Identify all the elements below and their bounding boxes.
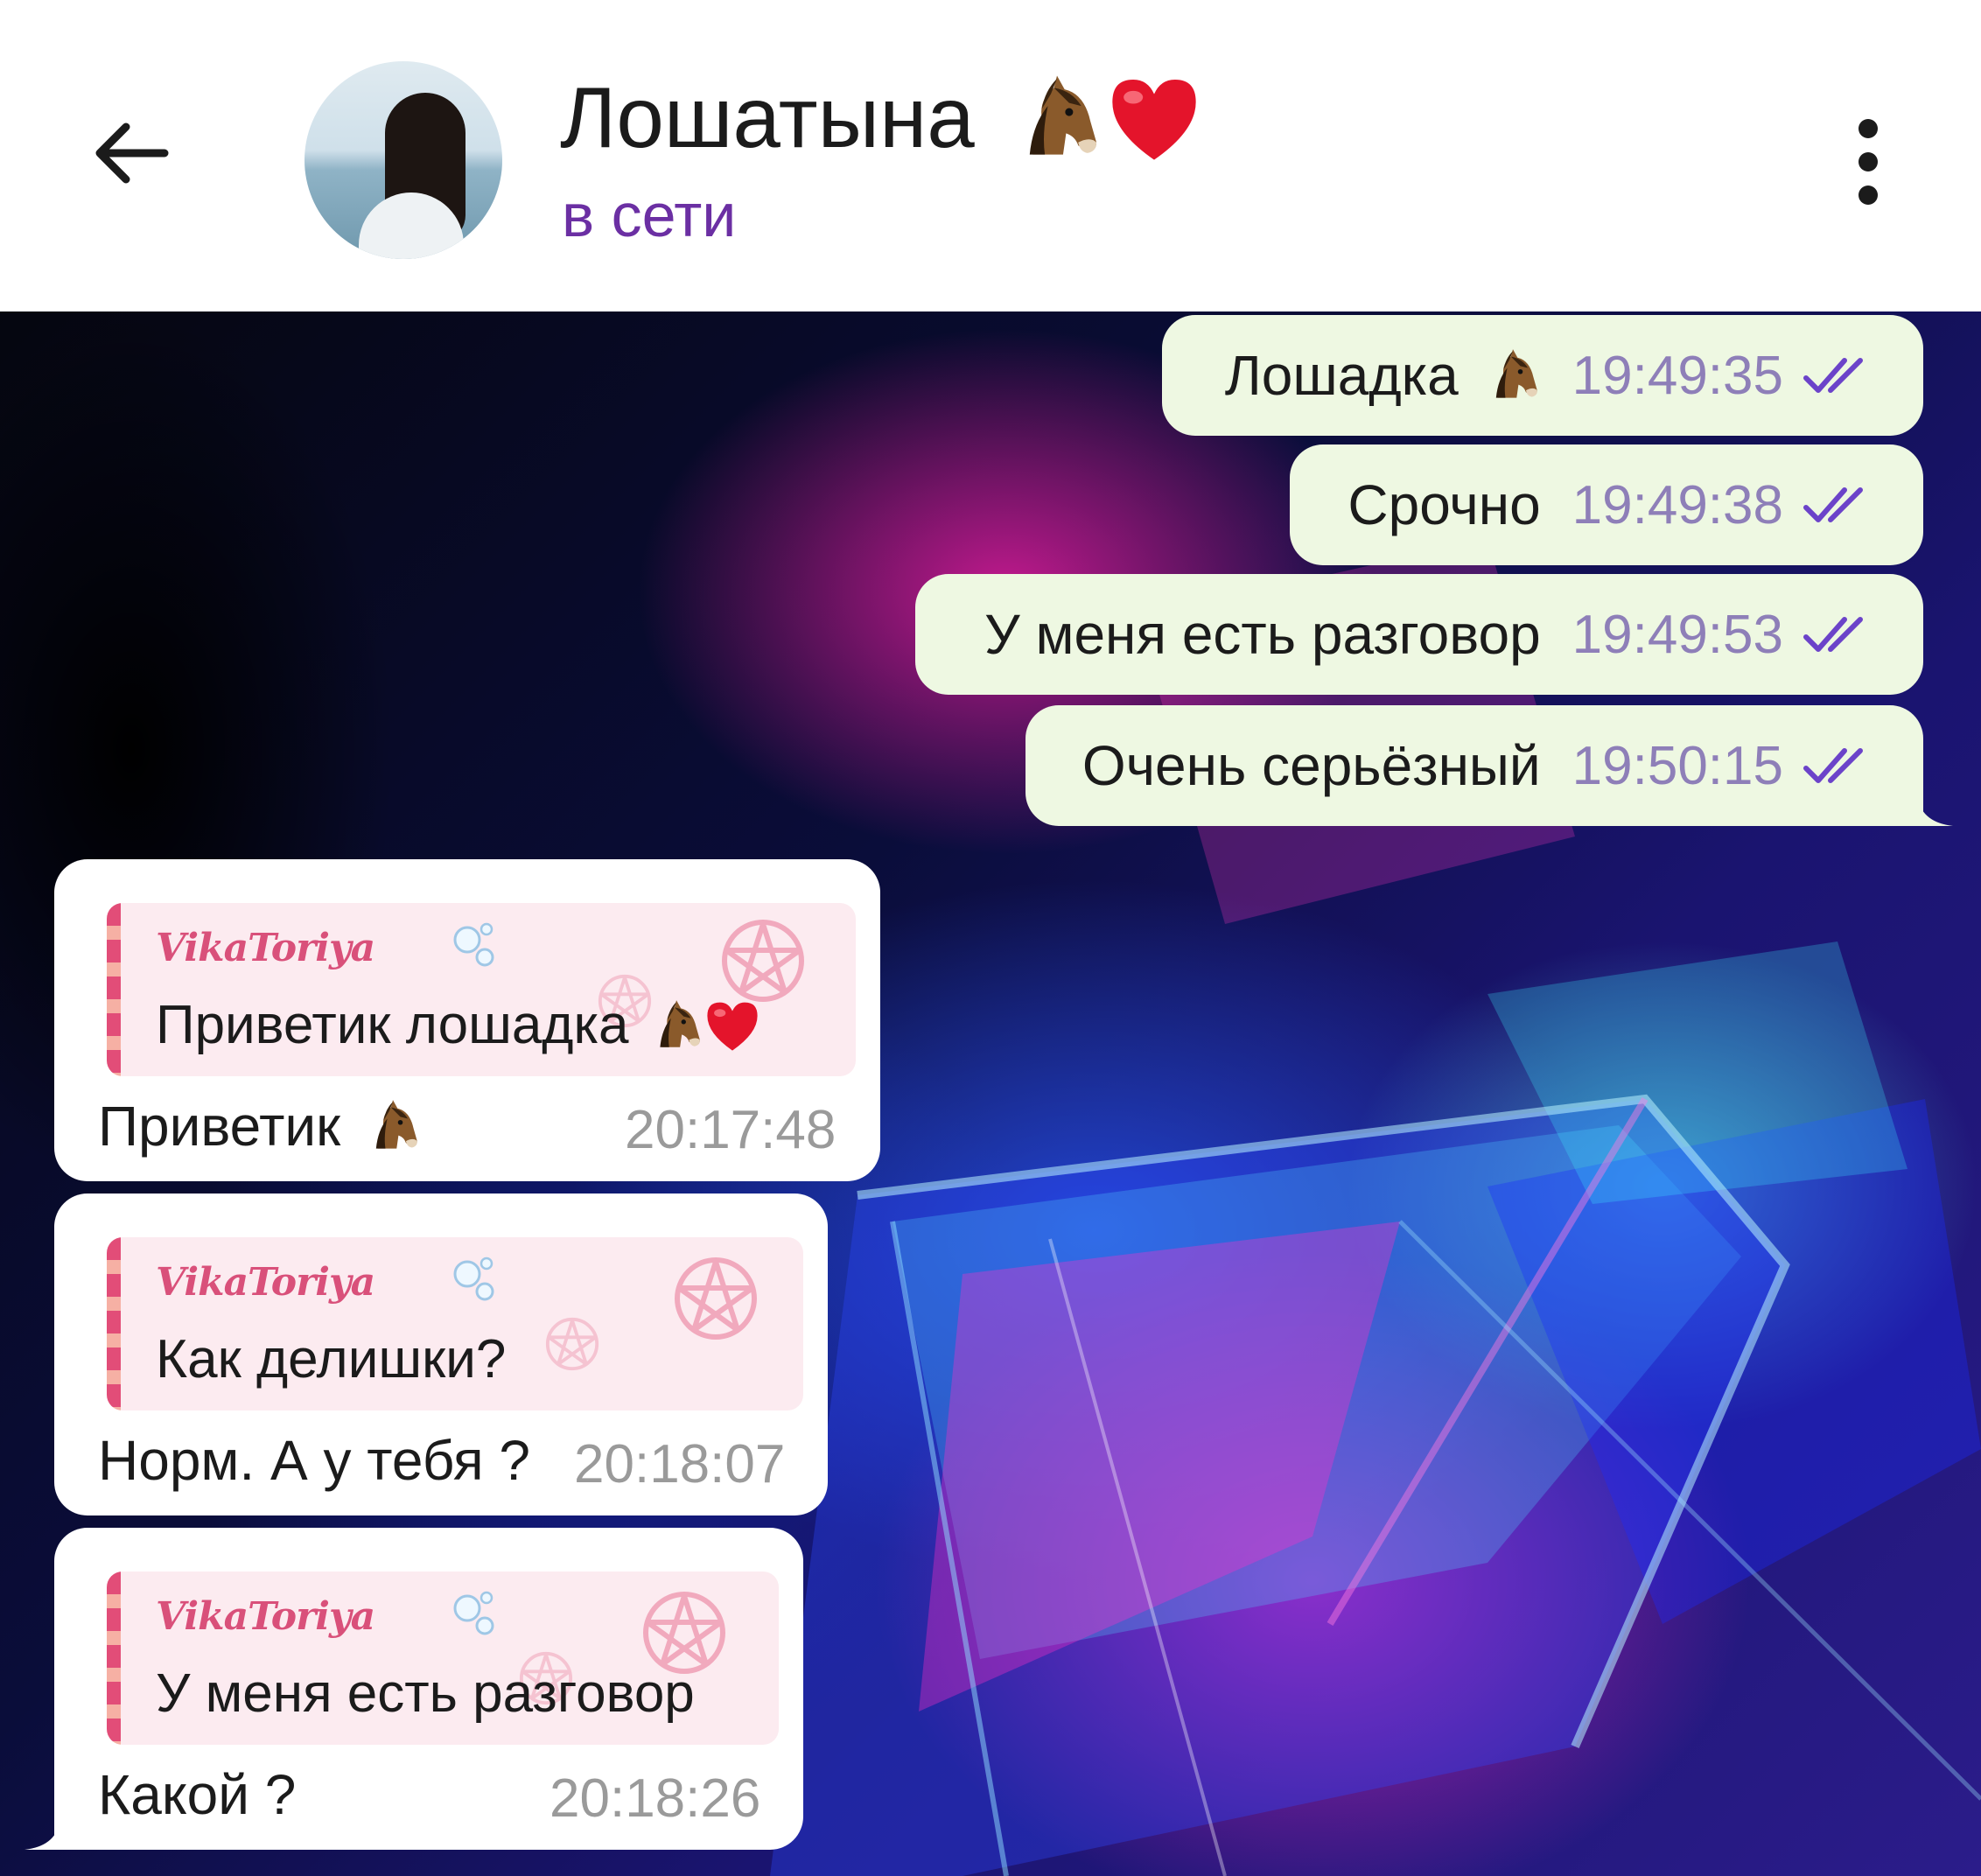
message-text-row: Приветик [98,1094,421,1158]
quote-author: VikaToriya [156,1260,375,1305]
horse-face-icon [1012,73,1102,164]
contact-name-text: Лошатына [560,69,975,165]
more-options-button[interactable] [1829,114,1908,210]
double-check-icon [1801,354,1880,397]
outgoing-message[interactable]: Срочно 19:49:38 [1290,444,1923,565]
quote-author: VikaToriya [156,1594,375,1639]
message-time: 19:49:38 [1572,474,1783,536]
bubbles-icon [450,1251,502,1304]
contact-avatar[interactable] [304,61,502,259]
quote-text-row: Как делишки? [156,1328,506,1390]
double-check-icon [1801,612,1880,656]
horse-face-icon [649,998,704,1053]
outgoing-message[interactable]: Лошадка 19:49:35 [1162,315,1923,436]
quote-text: Как делишки? [156,1329,507,1390]
message-text: Лошадка [1224,344,1459,407]
double-check-icon [1801,744,1880,788]
message-time: 19:50:15 [1572,735,1783,796]
quote-text: У меня есть разговор [156,1663,695,1724]
contact-title[interactable]: Лошатына [560,68,1202,167]
pentagram-pattern-icon [672,1255,760,1342]
incoming-message[interactable]: VikaToriya Как делишки? Норм. А у тебя ?… [54,1194,828,1516]
message-time: 19:49:53 [1572,604,1783,665]
message-text: У меня есть разговор [984,603,1541,666]
reply-quote[interactable]: VikaToriya У меня есть разговор [107,1572,779,1745]
incoming-message[interactable]: VikaToriya У меня есть разговор Какой ? … [24,1528,803,1850]
menu-dot-icon [1858,186,1878,205]
message-text: Норм. А у тебя ? [98,1429,530,1492]
outgoing-message[interactable]: Очень серьёзный 19:50:15 [1026,705,1953,826]
red-heart-icon [1106,73,1202,164]
message-text: Срочно [1348,473,1541,536]
quote-text-row: У меня есть разговор [156,1662,695,1725]
horse-face-icon [365,1098,421,1154]
quote-text-row: Приветик лошадка [156,994,761,1056]
message-text: Приветик [98,1095,341,1158]
chat-wallpaper: Лошадка 19:49:35 Срочно 19:49:38 У меня … [0,312,1981,1876]
quote-accent-bar [107,1237,121,1410]
horse-face-icon [1485,347,1541,403]
incoming-message[interactable]: VikaToriya Приветик лошадка Приветик 20:… [54,859,880,1181]
message-time: 20:18:07 [574,1434,786,1494]
bubbles-icon [450,917,502,970]
reply-quote[interactable]: VikaToriya Приветик лошадка [107,903,856,1076]
bubbles-icon [450,1586,502,1638]
back-button[interactable] [83,105,179,201]
message-time: 20:18:26 [550,1768,761,1829]
bubble-tail [24,1824,60,1850]
double-check-icon [1801,483,1880,527]
message-text: Какой ? [98,1763,297,1826]
quote-text: Приветик лошадка [156,995,629,1055]
red-heart-icon [704,998,761,1053]
quote-accent-bar [107,903,121,1076]
menu-dot-icon [1858,119,1878,138]
chat-header: Лошатына в сети [0,0,1981,312]
message-time: 20:17:48 [625,1100,836,1160]
pentagram-pattern-icon [719,917,807,1004]
bubble-tail [1918,800,1953,826]
message-text-row: Какой ? [98,1762,296,1827]
back-arrow-icon [95,122,169,184]
quote-accent-bar [107,1572,121,1745]
reply-quote[interactable]: VikaToriya Как делишки? [107,1237,803,1410]
menu-dot-icon [1858,152,1878,172]
contact-status: в сети [562,181,737,249]
message-text-row: Норм. А у тебя ? [98,1428,530,1493]
outgoing-message[interactable]: У меня есть разговор 19:49:53 [915,574,1923,695]
message-text: Очень серьёзный [1082,734,1541,797]
pentagram-pattern-icon [544,1316,600,1372]
chat-screen: Лошатына в сети Лошадка 19:49:35 Срочно … [0,0,1981,1876]
quote-author: VikaToriya [156,926,375,970]
message-time: 19:49:35 [1572,345,1783,406]
